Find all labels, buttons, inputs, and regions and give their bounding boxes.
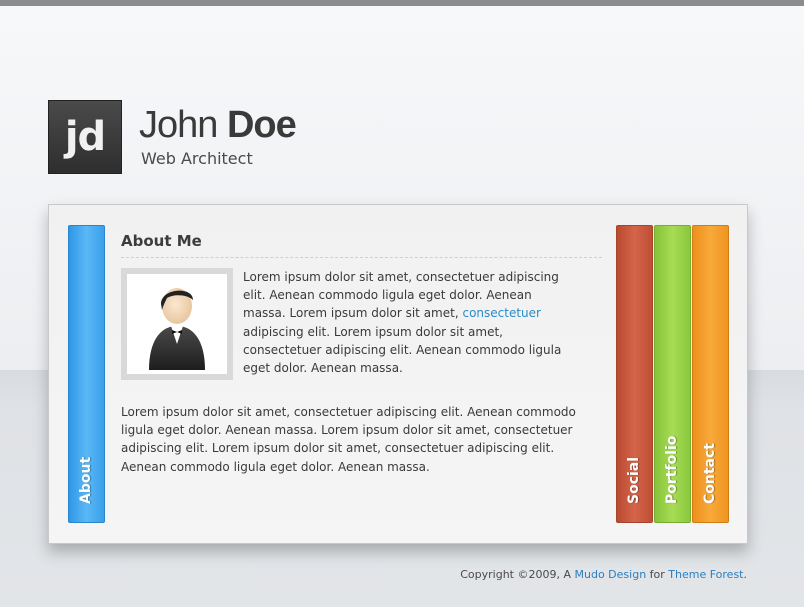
logo[interactable]: jd <box>48 100 122 174</box>
section-title: About Me <box>121 232 202 250</box>
footer-link-theme-forest[interactable]: Theme Forest <box>668 568 743 581</box>
about-text: adipiscing elit. Lorem ipsum dolor sit a… <box>243 324 562 376</box>
site-subtitle: Web Architect <box>141 149 253 168</box>
footer-link-mudo-design[interactable]: Mudo Design <box>575 568 647 581</box>
last-name: Doe <box>226 104 297 146</box>
about-paragraph-2: Lorem ipsum dolor sit amet, consectetuer… <box>121 405 576 474</box>
tab-about-label: About <box>78 456 94 504</box>
title-divider <box>121 257 602 258</box>
first-name: John <box>139 104 218 146</box>
tab-contact-label: Contact <box>702 443 718 504</box>
user-avatar-icon <box>149 288 205 370</box>
inline-link[interactable]: consectetuer <box>462 306 541 320</box>
tab-social-label: Social <box>626 456 642 504</box>
avatar <box>121 268 233 380</box>
footer-text: Copyright ©2009, A <box>460 568 575 581</box>
footer-text: for <box>646 568 669 581</box>
footer-text: . <box>743 568 748 581</box>
about-paragraph-1: Lorem ipsum dolor sit amet, consectetuer… <box>243 268 578 377</box>
tab-portfolio-label: Portfolio <box>664 435 680 504</box>
site-title: John Doe <box>139 104 297 147</box>
footer: Copyright ©2009, A Mudo Design for Theme… <box>460 568 747 581</box>
logo-text: jd <box>64 114 106 160</box>
